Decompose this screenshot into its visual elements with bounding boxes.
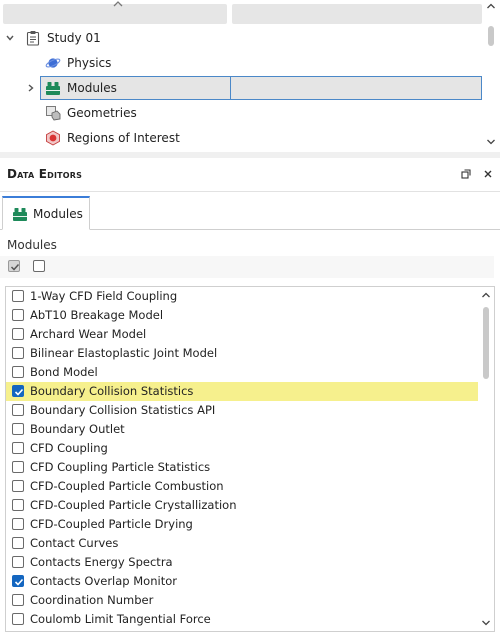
tab-label: Modules xyxy=(33,207,83,221)
chevron-down-icon[interactable] xyxy=(4,32,16,44)
module-label: Bilinear Elastoplastic Joint Model xyxy=(30,346,218,360)
module-label: Boundary Collision Statistics xyxy=(30,384,194,398)
module-label: CFD Coupling Particle Statistics xyxy=(30,460,211,474)
deselect-all-checkbox[interactable] xyxy=(33,260,45,272)
tree-item-study[interactable]: Study 01 xyxy=(0,26,486,50)
tree-item-label: Physics xyxy=(67,56,112,70)
module-row[interactable]: AbT10 Breakage Model xyxy=(6,306,478,325)
module-checkbox[interactable] xyxy=(12,366,24,378)
scroll-down-icon[interactable] xyxy=(480,617,492,629)
geometries-icon xyxy=(46,106,61,121)
module-row[interactable]: Coordination Number xyxy=(6,591,478,610)
module-row[interactable]: Bond Model xyxy=(6,363,478,382)
modules-list-scrollbar[interactable] xyxy=(480,287,492,631)
module-checkbox[interactable] xyxy=(12,613,24,625)
tree-item-modules[interactable]: Modules xyxy=(0,76,486,100)
tree-item-label: Study 01 xyxy=(47,31,101,45)
chevron-right-icon[interactable] xyxy=(25,82,37,94)
modules-icon xyxy=(46,82,60,95)
sort-ascending-icon xyxy=(113,1,123,7)
module-label: AbT10 Breakage Model xyxy=(30,308,164,322)
module-label: Coulomb Limit Tangential Force xyxy=(30,612,211,626)
module-row[interactable]: Contact Curves xyxy=(6,534,478,553)
select-all-checkbox[interactable] xyxy=(8,260,20,272)
module-row[interactable]: CFD-Coupled Particle Drying xyxy=(6,515,478,534)
module-row[interactable]: 1-Way CFD Field Coupling xyxy=(6,287,478,306)
module-checkbox[interactable] xyxy=(12,404,24,416)
panel-title: Data Editors xyxy=(7,167,83,181)
module-label: Coordination Number xyxy=(30,593,154,607)
scroll-thumb[interactable] xyxy=(488,26,494,46)
module-row[interactable]: Contacts Overlap Monitor xyxy=(6,572,478,591)
module-label: Archard Wear Model xyxy=(30,327,147,341)
section-label: Modules xyxy=(7,238,57,252)
module-checkbox[interactable] xyxy=(12,594,24,606)
tree-item-regions-of-interest[interactable]: Regions of Interest xyxy=(0,126,486,150)
modules-list: 1-Way CFD Field Coupling AbT10 Breakage M… xyxy=(5,286,495,632)
module-row[interactable]: Coulomb Limit Tangential Force xyxy=(6,610,478,629)
scroll-up-icon[interactable] xyxy=(485,0,497,12)
regions-icon xyxy=(46,130,60,146)
module-row[interactable]: Archard Wear Model xyxy=(6,325,478,344)
study-tree-panel: Study 01 Physics Modules Geometries Regi… xyxy=(0,0,500,152)
clipboard-icon xyxy=(26,31,40,46)
module-row[interactable]: CFD Coupling Particle Statistics xyxy=(6,458,478,477)
planet-icon xyxy=(45,58,61,68)
tree-item-geometries[interactable]: Geometries xyxy=(0,101,486,125)
module-checkbox[interactable] xyxy=(12,461,24,473)
data-editors-header: Data Editors xyxy=(0,158,500,192)
tree-column-header-name[interactable] xyxy=(3,1,227,24)
close-icon[interactable] xyxy=(481,167,495,181)
module-row[interactable]: Contacts Energy Spectra xyxy=(6,553,478,572)
module-checkbox[interactable] xyxy=(12,499,24,511)
data-editors-panel: Data Editors Modules Modules 1-Way CFD F… xyxy=(0,158,500,638)
module-checkbox[interactable] xyxy=(12,328,24,340)
module-checkbox[interactable] xyxy=(12,537,24,549)
module-checkbox[interactable] xyxy=(12,518,24,530)
bulk-select-row xyxy=(0,256,494,278)
module-checkbox[interactable] xyxy=(12,442,24,454)
module-checkbox[interactable] xyxy=(12,347,24,359)
module-label: CFD Coupling xyxy=(30,441,108,455)
module-row[interactable]: CFD-Coupled Particle Crystallization xyxy=(6,496,478,515)
module-label: Contacts Energy Spectra xyxy=(30,555,173,569)
module-label: CFD-Coupled Particle Crystallization xyxy=(30,498,237,512)
module-label: CFD-Coupled Particle Combustion xyxy=(30,479,224,493)
tree-item-label: Regions of Interest xyxy=(67,131,180,145)
module-label: Contact Curves xyxy=(30,536,119,550)
module-checkbox[interactable] xyxy=(12,575,24,587)
module-row[interactable]: Boundary Collision Statistics API xyxy=(6,401,478,420)
module-label: Contacts Overlap Monitor xyxy=(30,574,177,588)
module-row[interactable]: Bilinear Elastoplastic Joint Model xyxy=(6,344,478,363)
module-label: Bond Model xyxy=(30,365,98,379)
module-checkbox[interactable] xyxy=(12,290,24,302)
module-label: Boundary Outlet xyxy=(30,422,125,436)
tab-modules[interactable]: Modules xyxy=(2,196,90,230)
scroll-down-icon[interactable] xyxy=(485,136,497,148)
tree-item-label: Geometries xyxy=(67,106,137,120)
module-row[interactable]: Boundary Collision Statistics xyxy=(6,382,478,401)
editor-tab-strip: Modules xyxy=(0,196,500,230)
tree-item-physics[interactable]: Physics xyxy=(0,51,486,75)
module-checkbox[interactable] xyxy=(12,385,24,397)
tree-column-header-value[interactable] xyxy=(232,4,482,24)
module-row[interactable]: CFD-Coupled Particle Combustion xyxy=(6,477,478,496)
scroll-thumb[interactable] xyxy=(483,307,489,379)
tree-scrollbar[interactable] xyxy=(486,0,496,150)
module-label: CFD-Coupled Particle Drying xyxy=(30,517,193,531)
module-label: 1-Way CFD Field Coupling xyxy=(30,289,178,303)
module-checkbox[interactable] xyxy=(12,423,24,435)
float-window-icon[interactable] xyxy=(459,167,473,181)
module-checkbox[interactable] xyxy=(12,480,24,492)
module-checkbox[interactable] xyxy=(12,556,24,568)
module-row[interactable]: Boundary Outlet xyxy=(6,420,478,439)
module-row[interactable]: CFD Coupling xyxy=(6,439,478,458)
module-checkbox[interactable] xyxy=(12,309,24,321)
scroll-up-icon[interactable] xyxy=(480,289,492,301)
modules-icon xyxy=(13,208,27,221)
tree-item-label: Modules xyxy=(67,81,117,95)
module-label: Boundary Collision Statistics API xyxy=(30,403,216,417)
